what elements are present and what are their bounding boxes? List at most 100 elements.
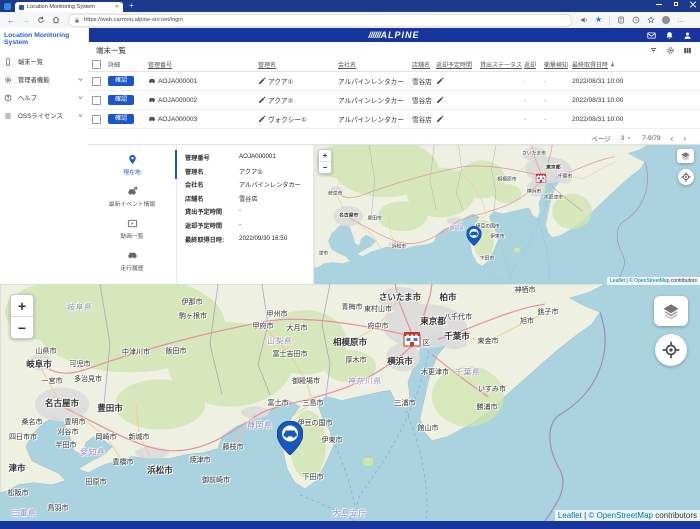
window-minimize-icon[interactable] — [656, 1, 662, 7]
row-checkbox[interactable] — [92, 115, 101, 124]
row-checkbox[interactable] — [92, 77, 101, 86]
tab-drive-history[interactable]: 走行履歴 — [88, 245, 176, 277]
sidebar-item-oss-license[interactable]: OSSライセンス — [0, 107, 88, 125]
confirm-button[interactable]: 確認 — [108, 76, 134, 86]
locate-button[interactable] — [655, 334, 687, 366]
layers-button[interactable] — [677, 149, 694, 163]
list-icon — [4, 112, 12, 120]
bell-icon[interactable] — [665, 31, 674, 40]
osm-link[interactable]: © OpenStreetMap — [629, 278, 669, 284]
prev-page-icon[interactable]: ‹ — [671, 134, 674, 143]
refresh-icon[interactable] — [37, 16, 45, 24]
field-label: 管理番号 — [185, 153, 239, 162]
zoom-out-button[interactable]: − — [11, 316, 33, 338]
account-icon[interactable] — [683, 31, 692, 40]
page-icon[interactable] — [617, 16, 625, 24]
col-header-store[interactable]: 店舗名 — [412, 60, 436, 69]
col-header-impact[interactable]: 衝撃検知 — [544, 60, 572, 69]
leaflet-link[interactable]: Leaflet — [610, 278, 625, 284]
filter-icon[interactable] — [649, 46, 658, 55]
edit-icon[interactable] — [258, 115, 266, 123]
table-row[interactable]: 確認 AOJA000002 アクア② アルパインレンタカー 雪谷店 - - 20… — [88, 91, 700, 110]
back-icon[interactable]: ← — [7, 16, 15, 25]
tab-current-location[interactable]: 現在地 — [88, 149, 176, 181]
map-city-label: 横浜市 — [527, 188, 541, 195]
main-map[interactable]: 岐阜県伊那市駒ヶ根市山県市中津川市飯田市岐阜市可児市多治見市一宮市名古屋市豊田市… — [0, 284, 700, 521]
col-header-last-acquired[interactable]: 最終取得日時 — [572, 60, 694, 69]
leaflet-link[interactable]: Leaflet — [558, 511, 582, 520]
edit-icon[interactable] — [436, 77, 444, 85]
next-page-icon[interactable]: › — [683, 134, 686, 143]
store-marker[interactable] — [403, 331, 421, 347]
col-header-company[interactable]: 会社名 — [338, 60, 412, 69]
edit-icon[interactable] — [436, 96, 444, 104]
forward-icon[interactable]: → — [22, 16, 30, 25]
detail-tab-column: 現在地 最新イベント情報 動画一覧 走行履歴 — [88, 145, 177, 285]
tab-close-icon[interactable]: ✕ — [115, 4, 119, 10]
browser-menu-icon[interactable]: … — [677, 17, 685, 24]
mail-icon[interactable] — [647, 31, 656, 40]
url-bar[interactable]: https://web.carmon.alpine-srv.net/login — [68, 14, 572, 27]
table-row[interactable]: 確認 AOJA000003 ヴォクシー① アルパインレンタカー 雪谷店 - - … — [88, 110, 700, 129]
favorite-star-icon[interactable]: ★ — [595, 16, 602, 24]
map-city-label: 岐阜市 — [328, 189, 342, 196]
store-marker[interactable] — [536, 173, 547, 183]
collections-star-icon[interactable] — [647, 16, 655, 24]
window-close-icon[interactable] — [690, 1, 696, 7]
confirm-button[interactable]: 確認 — [108, 114, 134, 124]
col-header-name[interactable]: 管理名 — [258, 60, 338, 69]
read-aloud-icon[interactable] — [580, 16, 588, 24]
map-city-label: 田原市 — [86, 477, 107, 487]
browser-tab[interactable]: Location Monitoring System ✕ — [15, 2, 123, 12]
vehicle-pin-marker[interactable] — [466, 226, 481, 246]
tab-video-list[interactable]: 動画一覧 — [88, 213, 176, 245]
sidebar-item-help[interactable]: ヘルプ — [0, 89, 88, 107]
tab-label: 現在地 — [123, 167, 140, 176]
col-header-id[interactable]: 管理番号 — [148, 60, 258, 69]
map-city-label: さいたま市 — [379, 291, 421, 303]
profile-avatar[interactable] — [662, 16, 670, 24]
view-columns-icon[interactable] — [683, 46, 692, 55]
device-name: アクア① — [268, 76, 293, 86]
tab-title: Location Monitoring System — [27, 4, 112, 10]
map-city-label: 静岡県 — [247, 419, 273, 430]
locate-button[interactable] — [678, 169, 694, 185]
table-row[interactable]: 確認 AOJA000001 アクア① アルパインレンタカー 雪谷店 - - 20… — [88, 72, 700, 91]
browser-toolbar: ← → https://web.carmon.alpine-srv.net/lo… — [0, 12, 700, 29]
col-header-returned[interactable]: 返却 — [524, 60, 544, 69]
map-city-label: 中津川市 — [122, 347, 150, 357]
device-id: AOJA000001 — [158, 78, 197, 85]
settings-icon[interactable] — [666, 46, 675, 55]
home-icon[interactable] — [52, 16, 60, 24]
row-checkbox[interactable] — [92, 96, 101, 105]
tab-latest-events[interactable]: 最新イベント情報 — [88, 181, 176, 213]
zoom-out-button[interactable]: − — [319, 161, 331, 173]
detail-map[interactable]: 岐阜市名古屋市豊田市浜松市静岡県さいたま市東京都相模原市横浜市千葉市木更津市伊豆… — [313, 145, 700, 285]
new-tab-button[interactable]: + — [129, 2, 134, 10]
vehicle-pin-marker[interactable] — [277, 421, 303, 455]
page-select[interactable]: 3 — [621, 135, 633, 142]
tab-label: 最新イベント情報 — [109, 199, 155, 208]
window-maximize-icon[interactable] — [673, 1, 679, 7]
device-id: AOJA000003 — [158, 116, 197, 123]
edit-icon[interactable] — [258, 77, 266, 85]
zoom-in-button[interactable]: + — [11, 295, 33, 316]
map-attribution: Leaflet | © OpenStreetMap contributors — [607, 277, 700, 285]
layers-button[interactable] — [654, 296, 688, 326]
confirm-button[interactable]: 確認 — [108, 95, 134, 105]
col-header-return-time[interactable]: 返却予定時間 — [436, 60, 480, 69]
edit-icon[interactable] — [258, 96, 266, 104]
car-icon — [148, 96, 156, 104]
zoom-in-button[interactable]: + — [319, 150, 331, 161]
history-clock-icon[interactable] — [632, 16, 640, 24]
select-all-checkbox[interactable] — [92, 60, 101, 69]
map-zoom-control: + − — [318, 149, 332, 174]
sidebar-item-device-list[interactable]: 端末一覧 — [0, 53, 88, 71]
edit-icon[interactable] — [436, 115, 444, 123]
table-title: 端末一覧 — [96, 45, 126, 56]
map-city-label: 区 — [423, 338, 430, 348]
col-header-status[interactable]: 貸出ステータス — [480, 60, 524, 69]
browser-logo-icon[interactable] — [4, 3, 11, 10]
osm-link[interactable]: © OpenStreetMap — [588, 511, 653, 520]
sidebar-item-admin[interactable]: 管理者機能 — [0, 71, 88, 89]
